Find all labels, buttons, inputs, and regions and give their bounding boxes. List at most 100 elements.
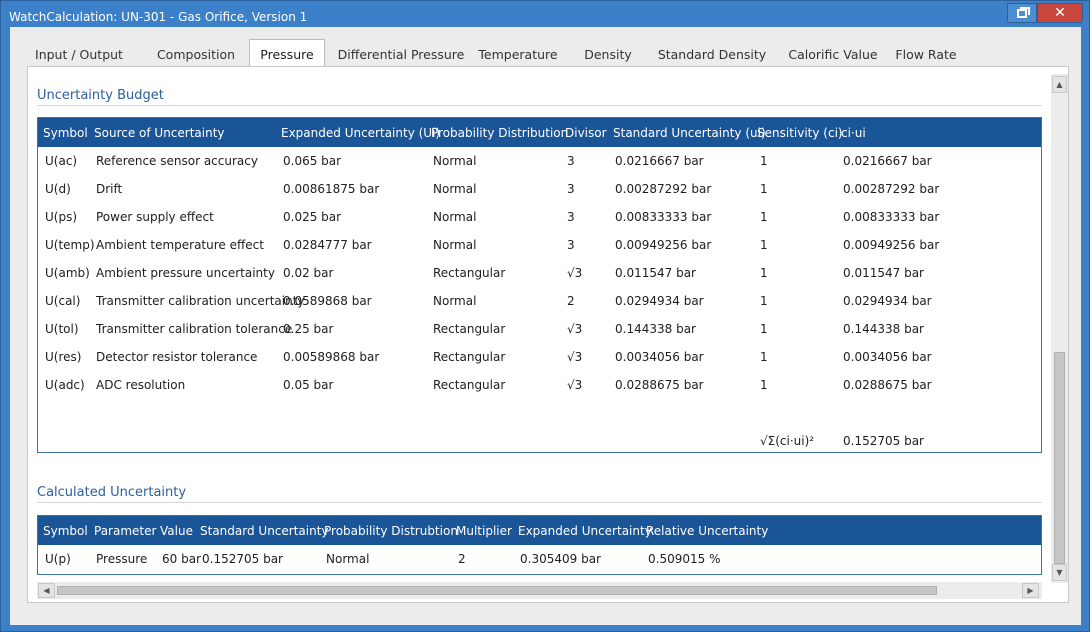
col-symbol-header[interactable]: Symbol <box>43 126 88 140</box>
cell-source: Ambient pressure uncertainty <box>96 266 275 280</box>
table-row[interactable]: U(temp) Ambient temperature effect 0.028… <box>38 231 1041 259</box>
cell-relative: 0.509015 % <box>648 552 721 566</box>
cell-symbol: U(tol) <box>45 322 79 336</box>
vertical-scrollbar[interactable]: ▲ ▼ <box>1051 74 1068 583</box>
cell-symbol: U(ps) <box>45 210 78 224</box>
cell-ciui: 0.0294934 bar <box>843 294 932 308</box>
col-expanded-header[interactable]: Expanded Uncertainty (Ui) <box>281 126 440 140</box>
col-multiplier-header[interactable]: Multiplier <box>456 524 512 538</box>
uncertainty-budget-title: Uncertainty Budget <box>37 88 164 103</box>
col-sensitivity-header[interactable]: Sensitivity (ci) <box>757 126 843 140</box>
table-row[interactable]: U(amb) Ambient pressure uncertainty 0.02… <box>38 259 1041 287</box>
cell-sensitivity: 1 <box>760 266 768 280</box>
col-divisor-header[interactable]: Divisor <box>565 126 607 140</box>
cell-divisor: 3 <box>567 154 575 168</box>
scroll-down-icon[interactable]: ▼ <box>1052 564 1067 581</box>
horizontal-scroll-thumb[interactable] <box>57 586 937 595</box>
restore-icon <box>1017 6 1030 18</box>
section-divider <box>37 502 1042 503</box>
cell-expanded: 0.02 bar <box>283 266 334 280</box>
cell-expanded: 0.0284777 bar <box>283 238 372 252</box>
cell-standard: 0.00833333 bar <box>615 210 712 224</box>
restore-button[interactable] <box>1007 3 1037 23</box>
cell-symbol: U(adc) <box>45 378 85 392</box>
cell-standard: 0.0288675 bar <box>615 378 704 392</box>
window-title: WatchCalculation: UN-301 - Gas Orifice, … <box>9 10 308 24</box>
col-standard-header[interactable]: Standard Uncertainty (ui) <box>613 126 766 140</box>
cell-expanded: 0.065 bar <box>283 154 342 168</box>
tab-density[interactable]: Density <box>578 43 638 66</box>
tab-calorific-value[interactable]: Calorific Value <box>780 43 886 66</box>
col-distribution-header[interactable]: Probability Distrubtion <box>324 524 458 538</box>
col-standard-header[interactable]: Standard Uncertainty <box>200 524 329 538</box>
tab-composition[interactable]: Composition <box>144 43 248 66</box>
vertical-scroll-thumb[interactable] <box>1054 352 1065 564</box>
col-distribution-header[interactable]: Probability Distribution <box>431 126 568 140</box>
table-row[interactable]: U(ac) Reference sensor accuracy 0.065 ba… <box>38 147 1041 175</box>
col-parameter-header[interactable]: Parameter <box>94 524 156 538</box>
total-row: √Σ(ci·ui)² 0.152705 bar <box>38 427 1041 455</box>
tab-differential-pressure[interactable]: Differential Pressure <box>335 43 467 66</box>
table-row[interactable]: U(cal) Transmitter calibration uncertain… <box>38 287 1041 315</box>
cell-expanded: 0.25 bar <box>283 322 334 336</box>
col-relative-header[interactable]: Relative Uncertainty <box>646 524 768 538</box>
tab-flow-rate[interactable]: Flow Rate <box>894 43 958 66</box>
cell-standard: 0.144338 bar <box>615 322 696 336</box>
horizontal-scrollbar[interactable]: ◀ ▶ <box>37 582 1042 599</box>
cell-ciui: 0.011547 bar <box>843 266 924 280</box>
cell-divisor: 3 <box>567 210 575 224</box>
cell-distribution: Rectangular <box>433 378 506 392</box>
cell-divisor: 2 <box>567 294 575 308</box>
cell-expanded: 0.0589868 bar <box>283 294 372 308</box>
cell-symbol: U(p) <box>45 552 71 566</box>
cell-standard: 0.00949256 bar <box>615 238 712 252</box>
tab-input-output[interactable]: Input / Output <box>30 43 128 66</box>
table-row[interactable]: U(tol) Transmitter calibration tolerance… <box>38 315 1041 343</box>
tab-pressure[interactable]: Pressure <box>249 39 325 66</box>
table-row[interactable]: U(res) Detector resistor tolerance 0.005… <box>38 343 1041 371</box>
col-ciui-header[interactable]: ci·ui <box>841 126 866 140</box>
col-source-header[interactable]: Source of Uncertainty <box>94 126 225 140</box>
cell-expanded: 0.05 bar <box>283 378 334 392</box>
table-row[interactable]: U(ps) Power supply effect 0.025 bar Norm… <box>38 203 1041 231</box>
cell-sensitivity: 1 <box>760 210 768 224</box>
cell-standard: 0.011547 bar <box>615 266 696 280</box>
cell-source: Detector resistor tolerance <box>96 350 258 364</box>
table-row[interactable]: U(d) Drift 0.00861875 bar Normal 3 0.002… <box>38 175 1041 203</box>
scroll-up-icon[interactable]: ▲ <box>1052 76 1067 93</box>
cell-source: Transmitter calibration tolerance <box>96 322 293 336</box>
cell-expanded: 0.305409 bar <box>520 552 601 566</box>
tab-temperature[interactable]: Temperature <box>475 43 561 66</box>
col-expanded-header[interactable]: Expanded Uncertainty <box>518 524 652 538</box>
tab-strip: Input / Output Composition Pressure Diff… <box>30 39 1070 66</box>
table-header: Symbol Source of Uncertainty Expanded Un… <box>38 118 1041 147</box>
cell-expanded: 0.00861875 bar <box>283 182 380 196</box>
cell-distribution: Normal <box>433 210 477 224</box>
close-icon: ✕ <box>1054 5 1066 21</box>
col-symbol-header[interactable]: Symbol <box>43 524 88 538</box>
cell-parameter: Pressure <box>96 552 148 566</box>
cell-distribution: Normal <box>326 552 370 566</box>
cell-divisor: √3 <box>567 350 583 364</box>
cell-expanded: 0.00589868 bar <box>283 350 380 364</box>
close-button[interactable]: ✕ <box>1037 3 1083 23</box>
cell-sensitivity: 1 <box>760 322 768 336</box>
cell-divisor: √3 <box>567 322 583 336</box>
cell-sensitivity: 1 <box>760 350 768 364</box>
cell-sensitivity: 1 <box>760 294 768 308</box>
scroll-left-icon[interactable]: ◀ <box>38 583 55 598</box>
cell-sensitivity: 1 <box>760 182 768 196</box>
app-window: WatchCalculation: UN-301 - Gas Orifice, … <box>0 0 1090 632</box>
table-row[interactable]: U(p) Pressure 60 bar 0.152705 bar Normal… <box>38 545 1041 573</box>
col-value-header[interactable]: Value <box>160 524 193 538</box>
table-row[interactable]: U(adc) ADC resolution 0.05 bar Rectangul… <box>38 371 1041 399</box>
cell-sensitivity: 1 <box>760 154 768 168</box>
section-divider <box>37 105 1042 106</box>
cell-source: Power supply effect <box>96 210 214 224</box>
cell-ciui: 0.0034056 bar <box>843 350 932 364</box>
cell-source: Ambient temperature effect <box>96 238 264 252</box>
tab-standard-density[interactable]: Standard Density <box>656 43 768 66</box>
scroll-right-icon[interactable]: ▶ <box>1022 583 1039 598</box>
cell-ciui: 0.00287292 bar <box>843 182 940 196</box>
cell-symbol: U(ac) <box>45 154 78 168</box>
